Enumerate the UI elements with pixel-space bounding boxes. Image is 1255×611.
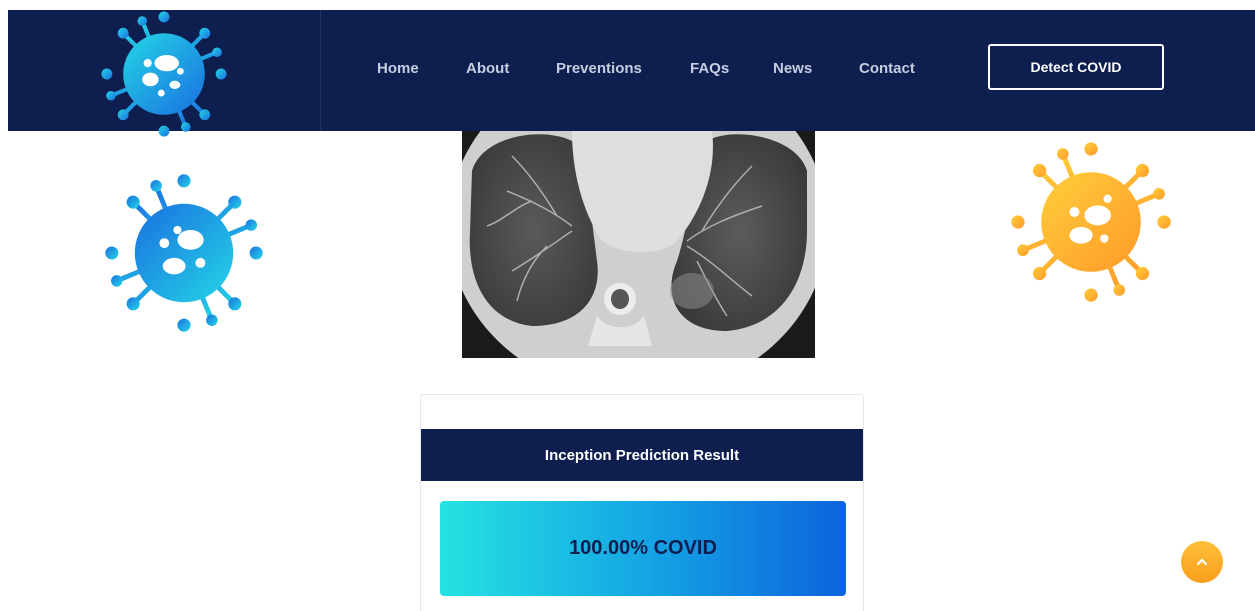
- page: Home About Preventions FAQs News Contact…: [0, 0, 1255, 611]
- main-nav: Home About Preventions FAQs News Contact…: [8, 10, 1255, 131]
- result-title: Inception Prediction Result: [421, 429, 863, 481]
- detect-covid-button[interactable]: Detect COVID: [988, 44, 1164, 90]
- result-value-box: 100.00% COVID: [440, 501, 846, 596]
- ct-scan-image: [462, 131, 815, 358]
- nav-contact[interactable]: Contact: [859, 60, 915, 77]
- prediction-result-card: Inception Prediction Result 100.00% COVI…: [420, 394, 864, 611]
- nav-home[interactable]: Home: [377, 60, 419, 77]
- virus-orange-decoration-icon: [1011, 142, 1171, 302]
- nav-news[interactable]: News: [773, 60, 812, 77]
- lung-ct-illustration: [462, 131, 815, 358]
- scroll-to-top-button[interactable]: [1181, 541, 1223, 583]
- virus-blue-decoration-icon: [105, 174, 263, 332]
- nav-faqs[interactable]: FAQs: [690, 60, 729, 77]
- nav-about[interactable]: About: [466, 60, 509, 77]
- nav-preventions[interactable]: Preventions: [556, 60, 642, 77]
- chevron-up-icon: [1196, 558, 1208, 566]
- header: Home About Preventions FAQs News Contact…: [8, 10, 1255, 137]
